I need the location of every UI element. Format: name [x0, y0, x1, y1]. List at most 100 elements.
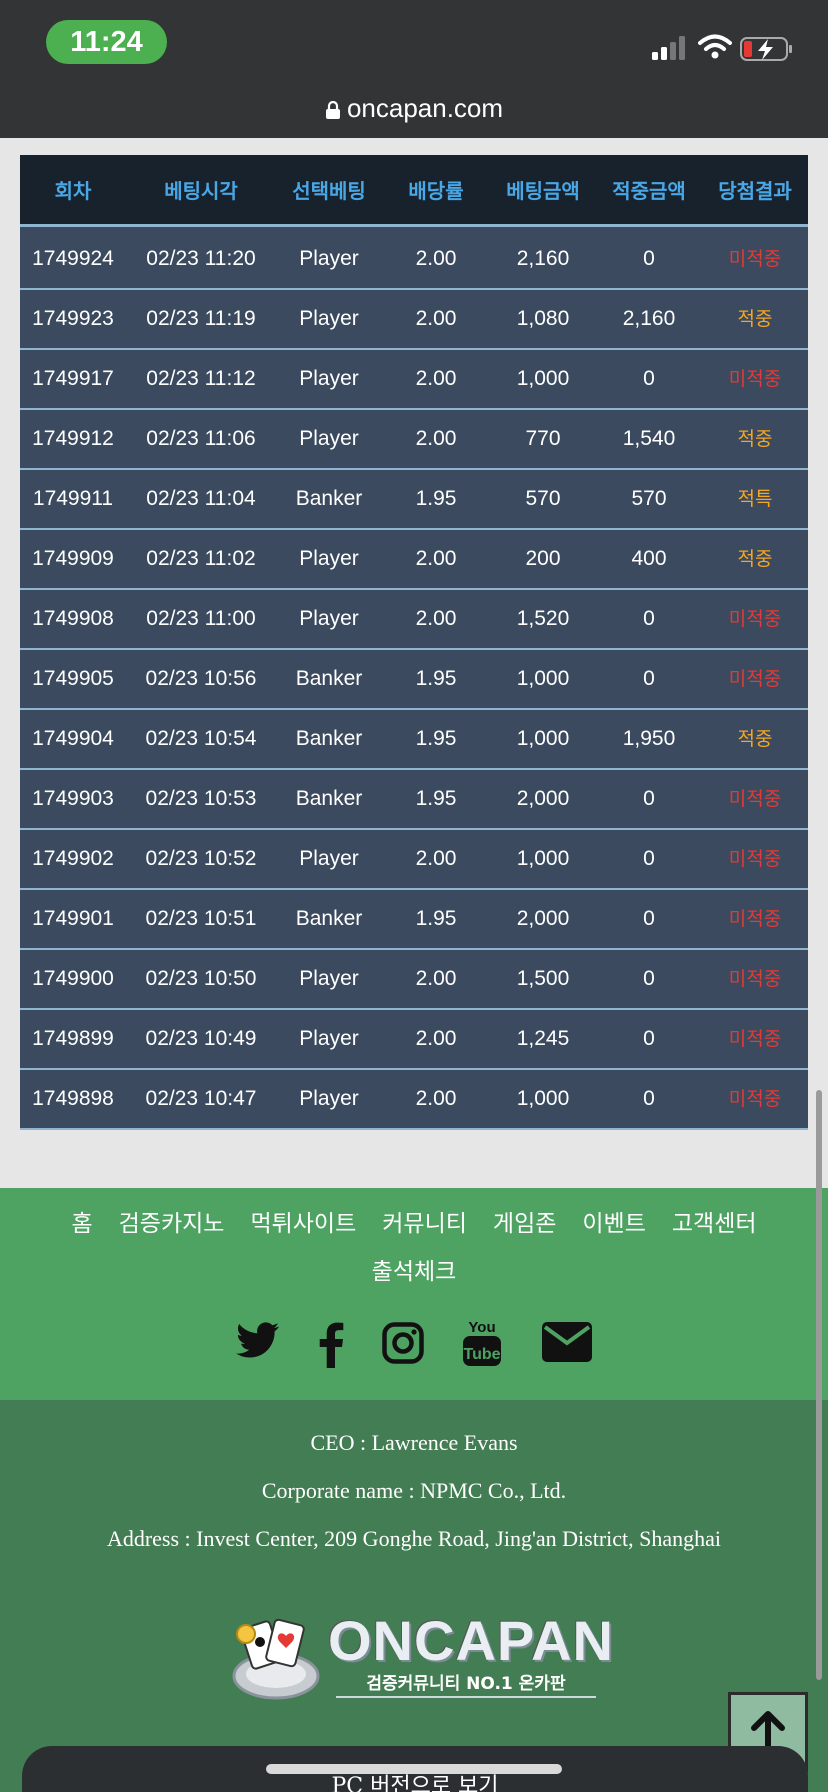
footer-link-attendance[interactable]: 출석체크	[372, 1254, 457, 1290]
odds-cell: 1.95	[415, 727, 457, 750]
win-amount-cell: 0	[643, 967, 655, 990]
footer-link[interactable]: 게임존	[493, 1206, 556, 1242]
column-header: 베팅금액	[506, 179, 580, 203]
social-links: You Tube	[232, 1319, 612, 1372]
address-text: Address : Invest Center, 209 Gonghe Road…	[106, 1526, 722, 1551]
lock-icon	[325, 101, 340, 120]
table-header: 회차 베팅시각 선택베팅 배당률 베팅금액 적중금액 당첨결과	[20, 155, 808, 227]
round-cell: 1749899	[32, 1027, 114, 1050]
odds-cell: 2.00	[415, 367, 457, 390]
table-row: 1749905 02/23 10:56 Banker 1.95 1,000 0 미적중	[20, 650, 808, 710]
table-row: 1749900 02/23 10:50 Player 2.00 1,500 0 미적중	[20, 950, 808, 1010]
win-amount-cell: 1,540	[622, 427, 676, 450]
svg-text:Tube: Tube	[463, 1346, 500, 1363]
odds-cell: 2.00	[415, 847, 457, 870]
footer-nav: 홈 검증카지노 먹튀사이트 커뮤니티 게임존 이벤트 고객센터 출석체크 You Tube	[0, 1188, 828, 1400]
bet-amount-cell: 2,160	[516, 247, 570, 270]
result-cell: 미적중	[728, 248, 782, 270]
table-row: 1749912 02/23 11:06 Player 2.00 770 1,540 적중	[20, 410, 808, 470]
bet-choice-cell: Player	[299, 307, 359, 330]
result-cell: 적중	[737, 728, 773, 750]
logo-subtitle: 검증커뮤니티 NO.1 온카판	[336, 1670, 596, 1698]
bet-amount-cell: 200	[525, 547, 561, 570]
round-cell: 1749898	[32, 1087, 114, 1110]
bet-amount-cell: 1,245	[516, 1027, 570, 1050]
bet-time-cell: 02/23 11:06	[146, 427, 256, 450]
result-cell: 미적중	[728, 1088, 782, 1110]
win-amount-cell: 0	[643, 787, 655, 810]
result-cell: 적특	[737, 488, 773, 510]
table-row: 1749898 02/23 10:47 Player 2.00 1,000 0 미적중	[20, 1070, 808, 1130]
round-cell: 1749903	[32, 787, 114, 810]
table-body: 1749924 02/23 11:20 Player 2.00 2,160 0 미적중 174…	[20, 230, 808, 1130]
round-cell: 1749908	[32, 607, 114, 630]
footer-link[interactable]: 이벤트	[582, 1206, 645, 1242]
scrollbar[interactable]	[816, 1090, 822, 1680]
bet-choice-cell: Player	[299, 1087, 359, 1110]
footer-link[interactable]: 검증카지노	[119, 1206, 225, 1242]
round-cell: 1749912	[32, 427, 114, 450]
win-amount-cell: 0	[643, 1087, 655, 1110]
bet-amount-cell: 1,000	[516, 367, 570, 390]
odds-cell: 1.95	[415, 907, 457, 930]
odds-cell: 1.95	[415, 487, 457, 510]
round-cell: 1749924	[32, 247, 114, 270]
odds-cell: 2.00	[415, 307, 457, 330]
footer-link[interactable]: 홈	[71, 1206, 92, 1242]
home-indicator	[266, 1764, 562, 1774]
facebook-icon[interactable]	[318, 1322, 344, 1368]
round-cell: 1749917	[32, 367, 114, 390]
result-cell: 미적중	[728, 908, 782, 930]
bet-choice-cell: Player	[299, 367, 359, 390]
odds-cell: 2.00	[415, 1027, 457, 1050]
win-amount-cell: 570	[631, 487, 667, 510]
bet-time-cell: 02/23 10:53	[145, 787, 257, 810]
column-header: 베팅시각	[164, 179, 238, 203]
win-amount-cell: 0	[643, 1027, 655, 1050]
column-header: 적중금액	[612, 179, 686, 203]
bet-amount-cell: 1,000	[516, 847, 570, 870]
bet-choice-cell: Banker	[295, 667, 363, 690]
url-text: oncapan.com	[346, 93, 504, 123]
table-row: 1749903 02/23 10:53 Banker 1.95 2,000 0 미적중	[20, 770, 808, 830]
ceo-text: CEO : Lawrence Evans	[310, 1430, 518, 1455]
table-row: 1749911 02/23 11:04 Banker 1.95 570 570 적특	[20, 470, 808, 530]
email-icon[interactable]	[542, 1322, 592, 1362]
round-cell: 1749909	[32, 547, 114, 570]
corporate-name-text: Corporate name : NPMC Co., Ltd.	[261, 1478, 567, 1503]
footer-link[interactable]: 커뮤니티	[382, 1206, 467, 1242]
bet-time-cell: 02/23 10:56	[145, 667, 257, 690]
youtube-icon[interactable]: You Tube	[462, 1316, 502, 1368]
footer-link[interactable]: 먹튀사이트	[250, 1206, 356, 1242]
oncapan-logo[interactable]: ONCAPAN 검증커뮤니티 NO.1 온카판	[226, 1608, 613, 1704]
odds-cell: 1.95	[415, 667, 457, 690]
bet-choice-cell: Player	[299, 967, 359, 990]
win-amount-cell: 2,160	[622, 307, 676, 330]
bet-choice-cell: Banker	[295, 487, 363, 510]
win-amount-cell: 0	[643, 367, 655, 390]
bet-time-cell: 02/23 11:00	[146, 607, 256, 630]
result-cell: 미적중	[728, 788, 782, 810]
bet-choice-cell: Player	[299, 547, 359, 570]
win-amount-cell: 0	[643, 907, 655, 930]
cards-chips-logo-icon	[232, 1618, 320, 1700]
bet-amount-cell: 1,500	[516, 967, 570, 990]
arrow-up-icon	[751, 1711, 785, 1751]
bet-amount-cell: 2,000	[516, 787, 570, 810]
bet-choice-cell: Player	[299, 247, 359, 270]
address-bar[interactable]: oncapan.com	[0, 88, 828, 128]
instagram-icon[interactable]	[382, 1322, 424, 1364]
win-amount-cell: 0	[643, 847, 655, 870]
odds-cell: 1.95	[415, 787, 457, 810]
odds-cell: 2.00	[415, 427, 457, 450]
round-cell: 1749901	[32, 907, 114, 930]
odds-cell: 2.00	[415, 1087, 457, 1110]
twitter-icon[interactable]	[236, 1322, 280, 1360]
table-row: 1749899 02/23 10:49 Player 2.00 1,245 0 미적중	[20, 1010, 808, 1070]
wifi-icon	[698, 34, 732, 59]
result-cell: 미적중	[728, 608, 782, 630]
footer-link[interactable]: 고객센터	[672, 1206, 757, 1242]
win-amount-cell: 1,950	[622, 727, 676, 750]
svg-text:You: You	[468, 1319, 495, 1336]
odds-cell: 2.00	[415, 967, 457, 990]
